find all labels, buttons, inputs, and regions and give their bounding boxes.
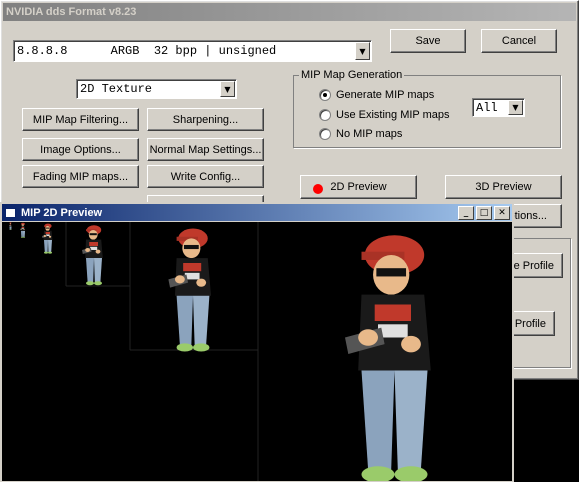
maximize-icon[interactable]: □ (476, 205, 492, 220)
save-label: Save (415, 35, 441, 47)
write-config-button[interactable]: Write Config... (147, 165, 264, 188)
preview-canvas (2, 222, 512, 481)
radio-dot[interactable] (319, 128, 331, 140)
main-titlebar[interactable]: NVIDIA dds Format v8.23 (3, 3, 576, 21)
chevron-down-icon[interactable]: ▼ (220, 81, 235, 97)
save-button[interactable]: Save (390, 29, 466, 53)
minimize-icon[interactable]: _ (458, 205, 474, 220)
mip-generation-label: MIP Map Generation (299, 69, 405, 81)
preview-3d-button[interactable]: 3D Preview (445, 175, 562, 199)
profile-1-label: re Profile (509, 259, 554, 272)
texture-type-value: 2D Texture (80, 82, 153, 96)
main-title: NVIDIA dds Format v8.23 (6, 6, 137, 18)
radio-no-mip-label: No MIP maps (336, 128, 403, 140)
cancel-label: Cancel (501, 35, 537, 47)
mip-count-combo[interactable]: All ▼ (472, 98, 525, 117)
mip-filtering-label: MIP Map Filtering... (32, 113, 129, 126)
preview-window: MIP 2D Preview _ □ ✕ (0, 202, 514, 482)
radio-dot[interactable] (319, 109, 331, 121)
fading-mip-button[interactable]: Fading MIP maps... (22, 165, 139, 188)
texture-type-combo[interactable]: 2D Texture ▼ (76, 79, 237, 99)
preview-2d-label: 2D Preview (330, 181, 387, 193)
sharpening-button[interactable]: Sharpening... (147, 108, 264, 131)
preview-titlebar[interactable]: MIP 2D Preview _ □ ✕ (2, 204, 512, 221)
preview-2d-button[interactable]: 2D Preview (300, 175, 417, 199)
profile-2-label: Profile (514, 317, 546, 330)
write-config-label: Write Config... (170, 170, 241, 183)
format-combo[interactable]: 8.8.8.8 ARGB 32 bpp | unsigned ▼ (13, 40, 372, 62)
sharpening-label: Sharpening... (172, 113, 239, 126)
normal-map-label: Normal Map Settings... (149, 143, 262, 156)
preview-3d-label: 3D Preview (475, 181, 532, 193)
options-partial-label: otions... (508, 210, 547, 222)
format-combo-value: 8.8.8.8 ARGB 32 bpp | unsigned (17, 44, 277, 58)
preview-app-icon (5, 207, 16, 218)
chevron-down-icon[interactable]: ▼ (355, 42, 370, 60)
radio-no-mip[interactable]: No MIP maps (319, 128, 402, 140)
radio-dot-checked[interactable] (319, 89, 331, 101)
cancel-button[interactable]: Cancel (481, 29, 557, 53)
preview-title: MIP 2D Preview (21, 206, 103, 219)
mip-count-value: All (476, 100, 498, 115)
radio-use-existing-label: Use Existing MIP maps (336, 109, 450, 121)
radio-generate-label: Generate MIP maps (336, 89, 435, 101)
image-options-label: Image Options... (40, 143, 121, 156)
red-dot-icon (313, 184, 323, 194)
chevron-down-icon[interactable]: ▼ (508, 100, 523, 115)
radio-use-existing-mip[interactable]: Use Existing MIP maps (319, 109, 450, 121)
radio-generate-mip[interactable]: Generate MIP maps (319, 89, 434, 101)
mip-preview-image (9, 222, 431, 481)
normal-map-settings-button[interactable]: Normal Map Settings... (147, 138, 264, 161)
close-icon[interactable]: ✕ (494, 205, 510, 220)
fading-mip-label: Fading MIP maps... (32, 170, 129, 183)
mip-filtering-button[interactable]: MIP Map Filtering... (22, 108, 139, 131)
image-options-button[interactable]: Image Options... (22, 138, 139, 161)
